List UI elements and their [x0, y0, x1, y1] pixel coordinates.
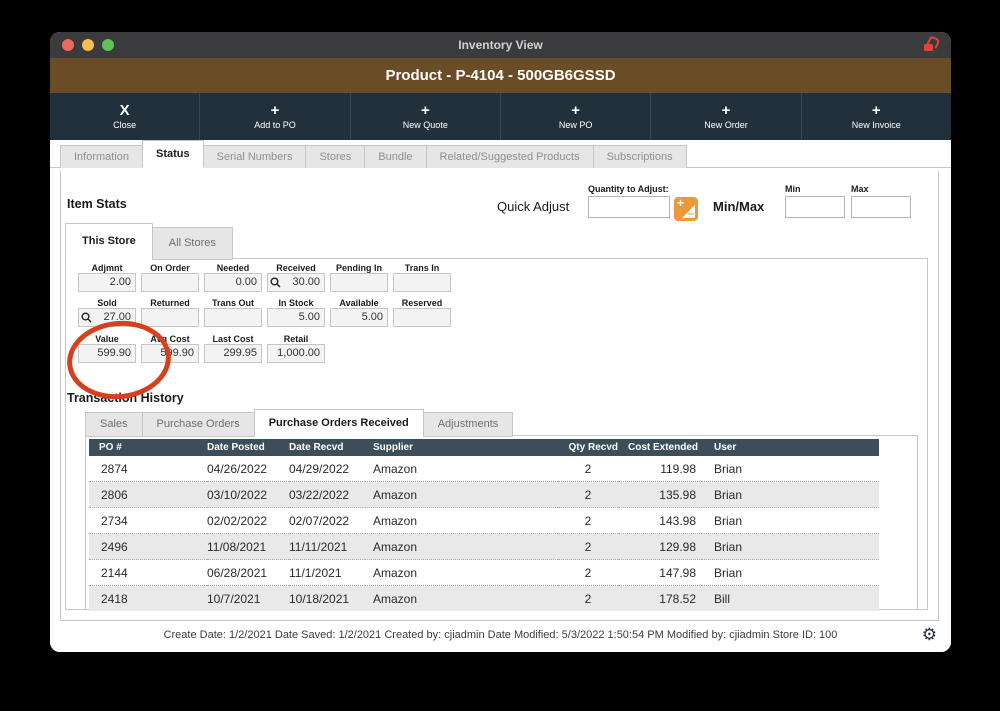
trans-out-label: Trans Out [204, 298, 262, 308]
search-icon[interactable] [81, 312, 92, 323]
tab-purchase-orders-received[interactable]: Purchase Orders Received [254, 409, 424, 437]
received-label: Received [267, 263, 325, 273]
received-field[interactable]: 30.00 [267, 273, 325, 292]
tab-stores[interactable]: Stores [305, 145, 365, 168]
plus-icon: + [872, 103, 881, 119]
table-row[interactable]: 280603/10/202203/22/2022Amazon2135.98Bri… [89, 482, 879, 508]
table-row[interactable]: 214406/28/202111/1/2021Amazon2147.98Bria… [89, 560, 879, 586]
quantity-to-adjust-input[interactable] [588, 196, 670, 218]
product-title-bar: Product - P-4104 - 500GB6GSSD [50, 58, 951, 93]
pending-in-field[interactable] [330, 273, 388, 292]
max-input[interactable] [851, 196, 911, 218]
tab-related-suggested-products[interactable]: Related/Suggested Products [426, 145, 594, 168]
history-table-panel: PO # Date Posted Date Recvd Supplier Qty… [85, 435, 918, 610]
search-icon[interactable] [270, 277, 281, 288]
adjmnt-field[interactable]: 2.00 [78, 273, 136, 292]
max-label: Max [851, 184, 869, 194]
title-bar: Inventory View [50, 32, 951, 58]
plus-icon: + [722, 103, 731, 119]
tab-subscriptions[interactable]: Subscriptions [593, 145, 687, 168]
col-cost-extended[interactable]: Cost Extended [618, 439, 702, 456]
available-label: Available [330, 298, 388, 308]
plus-minus-adjust-icon[interactable]: + – [674, 197, 698, 221]
gear-icon[interactable]: ⚙ [922, 625, 937, 645]
plus-icon: + [571, 103, 580, 119]
tab-status[interactable]: Status [142, 140, 204, 168]
on-order-label: On Order [141, 263, 199, 273]
new-quote-button[interactable]: + New Quote [351, 93, 501, 140]
new-po-button[interactable]: + New PO [501, 93, 651, 140]
table-row[interactable]: 249611/08/202111/11/2021Amazon2129.98Bri… [89, 534, 879, 560]
min-max-label: Min/Max [713, 199, 764, 214]
footer: Create Date: 1/2/2021 Date Saved: 1/2/20… [50, 621, 951, 652]
trans-in-label: Trans In [393, 263, 451, 273]
in-stock-field[interactable]: 5.00 [267, 308, 325, 327]
unlocked-padlock-icon [922, 37, 938, 53]
adjmnt-label: Adjmnt [78, 263, 136, 273]
new-order-button[interactable]: + New Order [651, 93, 801, 140]
col-user[interactable]: User [702, 439, 879, 456]
table-row[interactable]: 273402/02/202202/07/2022Amazon2143.98Bri… [89, 508, 879, 534]
main-tab-strip: Information Status Serial Numbers Stores… [50, 140, 951, 168]
history-tab-strip: Sales Purchase Orders Purchase Orders Re… [85, 409, 512, 436]
col-qty-recvd[interactable]: Qty Recvd [558, 439, 618, 456]
record-meta-text: Create Date: 1/2/2021 Date Saved: 1/2/20… [50, 629, 951, 641]
close-button[interactable]: X Close [50, 93, 200, 140]
plus-icon: + [271, 103, 280, 119]
value-label: Value [78, 334, 136, 344]
table-header-row: PO # Date Posted Date Recvd Supplier Qty… [89, 439, 879, 456]
retail-label: Retail [267, 334, 325, 344]
status-tab-content: Item Stats Quick Adjust Quantity to Adju… [60, 171, 939, 621]
col-date-recvd[interactable]: Date Recvd [289, 439, 365, 456]
col-supplier[interactable]: Supplier [365, 439, 558, 456]
tab-this-store[interactable]: This Store [65, 223, 153, 260]
sold-field[interactable]: 27.00 [78, 308, 136, 327]
quantity-to-adjust-label: Quantity to Adjust: [588, 184, 669, 194]
table-row[interactable]: 241810/7/202110/18/2021Amazon2178.52Bill [89, 586, 879, 612]
avg-cost-label: Avg Cost [141, 334, 199, 344]
returned-field[interactable] [141, 308, 199, 327]
retail-field[interactable]: 1,000.00 [267, 344, 325, 363]
trans-out-field[interactable] [204, 308, 262, 327]
new-invoice-button[interactable]: + New Invoice [802, 93, 951, 140]
reserved-label: Reserved [393, 298, 451, 308]
inventory-view-window: Inventory View Product - P-4104 - 500GB6… [50, 32, 951, 652]
transaction-history-heading: Transaction History [67, 391, 184, 405]
tab-sales[interactable]: Sales [85, 412, 143, 437]
value-field[interactable]: 599.90 [78, 344, 136, 363]
close-x-icon: X [120, 103, 130, 119]
pending-in-label: Pending In [330, 263, 388, 273]
toolbar: X Close + Add to PO + New Quote + New PO… [50, 93, 951, 140]
needed-label: Needed [204, 263, 262, 273]
in-stock-label: In Stock [267, 298, 325, 308]
tab-serial-numbers[interactable]: Serial Numbers [203, 145, 307, 168]
table-row[interactable]: 287404/26/202204/29/2022Amazon2119.98Bri… [89, 456, 879, 482]
needed-field[interactable]: 0.00 [204, 273, 262, 292]
item-stats-heading: Item Stats [67, 197, 127, 211]
last-cost-label: Last Cost [204, 334, 262, 344]
tab-information[interactable]: Information [60, 145, 143, 168]
add-to-po-button[interactable]: + Add to PO [200, 93, 350, 140]
sold-label: Sold [78, 298, 136, 308]
po-received-table: PO # Date Posted Date Recvd Supplier Qty… [89, 439, 879, 611]
tab-bundle[interactable]: Bundle [364, 145, 426, 168]
plus-icon: + [421, 103, 430, 119]
store-tab-strip: This Store All Stores [65, 223, 232, 259]
col-po-number[interactable]: PO # [89, 439, 207, 456]
returned-label: Returned [141, 298, 199, 308]
min-label: Min [785, 184, 801, 194]
min-input[interactable] [785, 196, 845, 218]
window-title: Inventory View [50, 32, 951, 58]
tab-adjustments[interactable]: Adjustments [423, 412, 514, 437]
tab-purchase-orders[interactable]: Purchase Orders [142, 412, 255, 437]
last-cost-field[interactable]: 299.95 [204, 344, 262, 363]
on-order-field[interactable] [141, 273, 199, 292]
available-field[interactable]: 5.00 [330, 308, 388, 327]
tab-all-stores[interactable]: All Stores [152, 227, 233, 260]
avg-cost-field[interactable]: 599.90 [141, 344, 199, 363]
quick-adjust-label: Quick Adjust [497, 199, 569, 214]
col-date-posted[interactable]: Date Posted [207, 439, 289, 456]
trans-in-field[interactable] [393, 273, 451, 292]
reserved-field[interactable] [393, 308, 451, 327]
